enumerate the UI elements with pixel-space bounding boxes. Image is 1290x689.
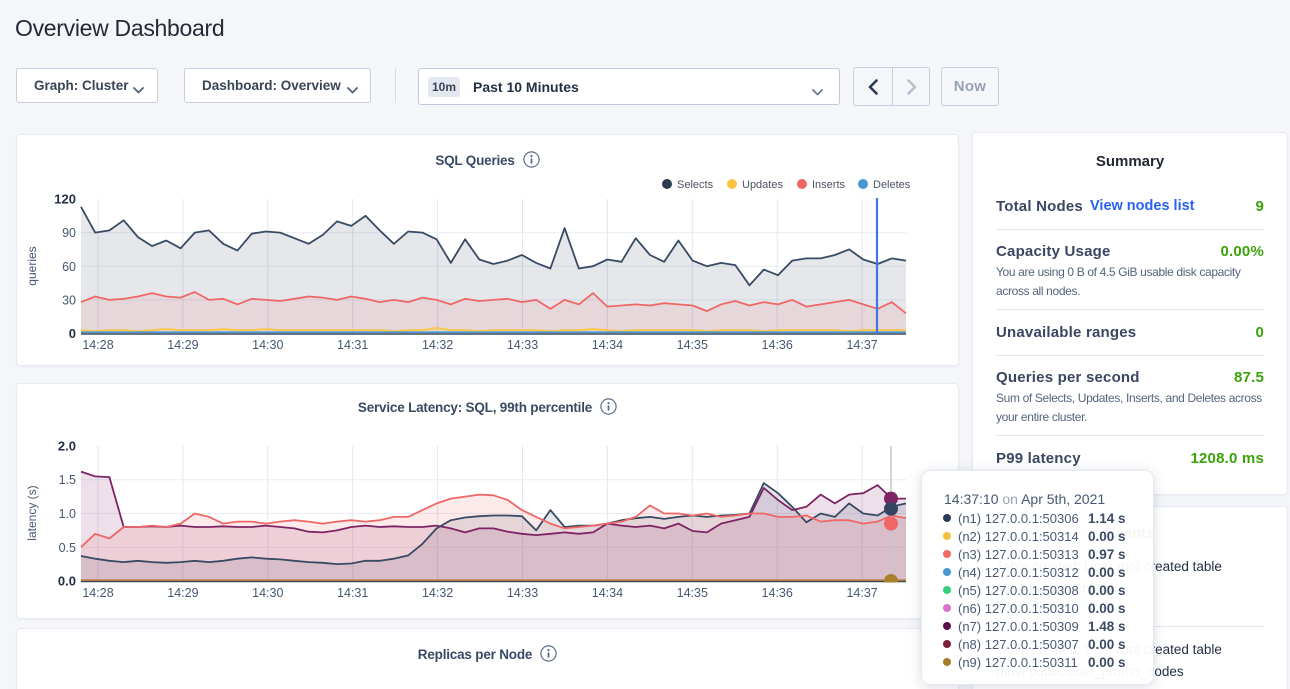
svg-text:14:32: 14:32 bbox=[422, 338, 453, 352]
svg-text:1.0: 1.0 bbox=[59, 507, 76, 521]
svg-text:14:36: 14:36 bbox=[762, 338, 793, 352]
svg-text:queries: queries bbox=[25, 246, 39, 285]
svg-text:14:35: 14:35 bbox=[677, 338, 708, 352]
svg-text:14:29: 14:29 bbox=[167, 338, 198, 352]
svg-text:Deletes: Deletes bbox=[873, 179, 911, 191]
svg-text:14:37: 14:37 bbox=[846, 338, 877, 352]
svg-text:Updates: Updates bbox=[742, 179, 783, 191]
svg-text:0.5: 0.5 bbox=[59, 541, 76, 555]
svg-text:2.0: 2.0 bbox=[58, 439, 76, 454]
svg-text:1.5: 1.5 bbox=[59, 473, 76, 487]
svg-text:0.0: 0.0 bbox=[58, 574, 76, 589]
svg-text:14:35: 14:35 bbox=[677, 586, 708, 600]
svg-text:14:28: 14:28 bbox=[82, 338, 113, 352]
svg-text:14:30: 14:30 bbox=[252, 338, 283, 352]
svg-text:14:34: 14:34 bbox=[592, 586, 623, 600]
svg-text:30: 30 bbox=[62, 293, 76, 307]
svg-text:Selects: Selects bbox=[677, 179, 714, 191]
svg-text:14:33: 14:33 bbox=[507, 586, 538, 600]
svg-text:90: 90 bbox=[62, 226, 76, 240]
svg-text:14:32: 14:32 bbox=[422, 586, 453, 600]
svg-text:14:37: 14:37 bbox=[846, 586, 877, 600]
svg-text:14:31: 14:31 bbox=[337, 586, 368, 600]
svg-text:14:31: 14:31 bbox=[337, 338, 368, 352]
svg-text:latency (s): latency (s) bbox=[25, 485, 39, 540]
svg-text:14:33: 14:33 bbox=[507, 338, 538, 352]
svg-text:14:28: 14:28 bbox=[82, 586, 113, 600]
svg-text:14:30: 14:30 bbox=[252, 586, 283, 600]
svg-text:120: 120 bbox=[54, 192, 76, 207]
svg-text:Inserts: Inserts bbox=[812, 179, 846, 191]
svg-text:14:36: 14:36 bbox=[762, 586, 793, 600]
svg-text:0: 0 bbox=[69, 326, 76, 341]
svg-text:14:29: 14:29 bbox=[167, 586, 198, 600]
svg-text:60: 60 bbox=[62, 260, 76, 274]
svg-text:14:34: 14:34 bbox=[592, 338, 623, 352]
